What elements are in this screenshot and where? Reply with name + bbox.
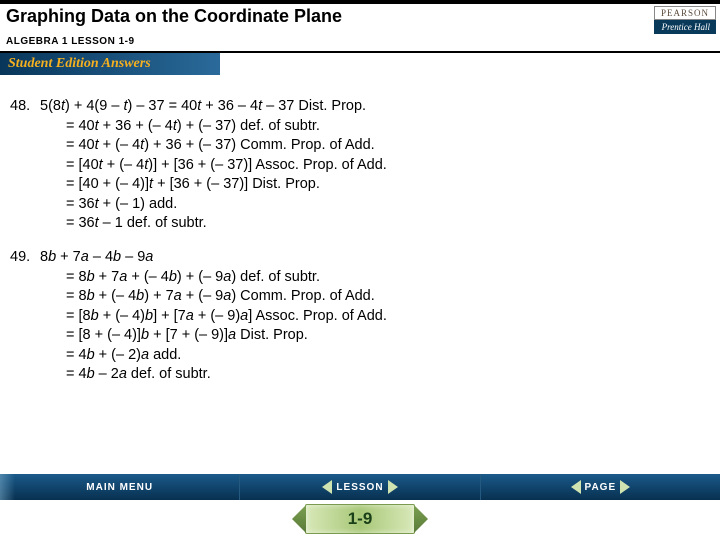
problem-step: = 40t + (– 4t) + 36 + (– 37) Comm. Prop.… — [10, 136, 714, 156]
title-row: Graphing Data on the Coordinate Plane PE… — [0, 4, 720, 34]
problem-49: 49.8b + 7a – 4b – 9a= 8b + 7a + (– 4b) +… — [10, 248, 714, 385]
page-title: Graphing Data on the Coordinate Plane — [6, 6, 342, 27]
lesson-label: LESSON — [336, 482, 383, 493]
main-menu-button[interactable]: MAIN MENU — [0, 474, 240, 500]
problem-step: = [40t + (– 4t)] + [36 + (– 37)] Assoc. … — [10, 156, 714, 176]
problem-expression: 5(8t) + 4(9 – t) – 37 = 40t + 36 – 4t – … — [40, 97, 714, 117]
problem-step: = [8b + (– 4)b] + [7a + (– 9)a] Assoc. P… — [10, 307, 714, 327]
lesson-subtitle: ALGEBRA 1 LESSON 1-9 — [0, 34, 720, 51]
page-next-icon[interactable] — [620, 480, 630, 494]
page-prev-icon[interactable] — [571, 480, 581, 494]
main-menu-label: MAIN MENU — [86, 482, 153, 493]
problem-expression: 8b + 7a – 4b – 9a — [40, 248, 714, 268]
page-label: PAGE — [585, 482, 617, 493]
problem-step: = 8b + (– 4b) + 7a + (– 9a) Comm. Prop. … — [10, 287, 714, 307]
problem-first-line: 49.8b + 7a – 4b – 9a — [10, 248, 714, 268]
content-area: 48.5(8t) + 4(9 – t) – 37 = 40t + 36 – 4t… — [0, 97, 720, 385]
page-number-badge: 1-9 — [305, 504, 415, 534]
problem-number: 48. — [10, 97, 40, 117]
problem-number: 49. — [10, 248, 40, 268]
problem-step: = 8b + 7a + (– 4b) + (– 9a) def. of subt… — [10, 268, 714, 288]
problem-48: 48.5(8t) + 4(9 – t) – 37 = 40t + 36 – 4t… — [10, 97, 714, 234]
publisher-logo: PEARSON Prentice Hall — [654, 6, 720, 34]
problem-step: = 36t – 1 def. of subtr. — [10, 214, 714, 234]
logo-pearson: PEARSON — [654, 6, 716, 20]
lesson-nav[interactable]: LESSON — [240, 474, 480, 500]
problem-first-line: 48.5(8t) + 4(9 – t) – 37 = 40t + 36 – 4t… — [10, 97, 714, 117]
page-nav[interactable]: PAGE — [481, 474, 720, 500]
bottom-nav: MAIN MENU LESSON PAGE — [0, 474, 720, 500]
answers-banner: Student Edition Answers — [0, 53, 220, 75]
lesson-next-icon[interactable] — [388, 480, 398, 494]
problem-step: = [8 + (– 4)]b + [7 + (– 9)]a Dist. Prop… — [10, 326, 714, 346]
problem-step: = 36t + (– 1) add. — [10, 195, 714, 215]
problem-step: = 40t + 36 + (– 4t) + (– 37) def. of sub… — [10, 117, 714, 137]
problem-step: = 4b + (– 2)a add. — [10, 346, 714, 366]
lesson-prev-icon[interactable] — [322, 480, 332, 494]
problem-step: = 4b – 2a def. of subtr. — [10, 365, 714, 385]
logo-prentice-hall: Prentice Hall — [654, 20, 716, 34]
problem-step: = [40 + (– 4)]t + [36 + (– 37)] Dist. Pr… — [10, 175, 714, 195]
